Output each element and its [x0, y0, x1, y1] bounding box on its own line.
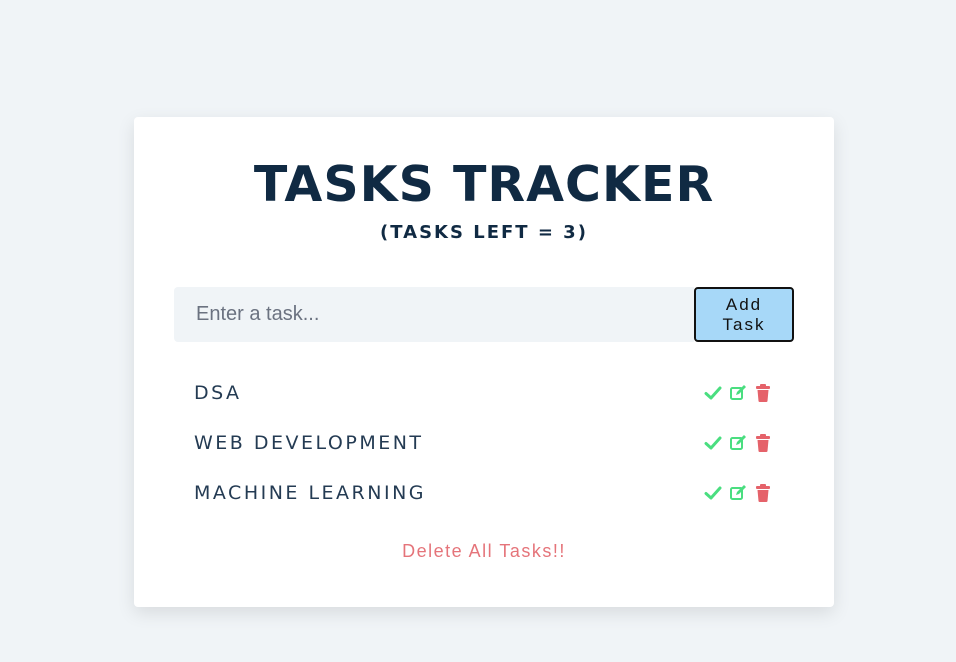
add-task-form: Add Task	[174, 287, 794, 342]
edit-icon[interactable]	[729, 483, 747, 503]
trash-icon[interactable]	[754, 433, 772, 453]
task-name: MACHINE LEARNING	[194, 482, 427, 504]
task-name: WEB DEVELOPMENT	[194, 432, 424, 454]
task-item: DSA	[174, 368, 794, 418]
tasks-left-counter: (TASKS LEFT = 3)	[380, 222, 588, 243]
task-actions	[704, 383, 774, 403]
delete-all-tasks-link[interactable]: Delete All Tasks!!	[134, 539, 834, 563]
edit-icon[interactable]	[729, 383, 747, 403]
task-actions	[704, 483, 774, 503]
add-task-button-label-line1: Add	[725, 294, 763, 314]
edit-icon[interactable]	[729, 433, 747, 453]
check-icon[interactable]	[704, 383, 722, 403]
page-title: TASKS TRACKER	[253, 156, 715, 213]
task-actions	[704, 433, 774, 453]
add-task-button[interactable]: Add Task	[694, 287, 794, 342]
trash-icon[interactable]	[754, 483, 772, 503]
task-item: MACHINE LEARNING	[174, 468, 794, 518]
tasks-card: TASKS TRACKER (TASKS LEFT = 3) Add Task …	[134, 117, 834, 607]
add-task-button-label-line2: Task	[722, 314, 766, 334]
task-list: DSA WEB DEVELOPMENT MACHINE LEARNING	[174, 368, 794, 518]
trash-icon[interactable]	[754, 383, 772, 403]
task-name: DSA	[194, 382, 242, 404]
check-icon[interactable]	[704, 483, 722, 503]
task-input[interactable]	[174, 287, 694, 342]
check-icon[interactable]	[704, 433, 722, 453]
task-item: WEB DEVELOPMENT	[174, 418, 794, 468]
